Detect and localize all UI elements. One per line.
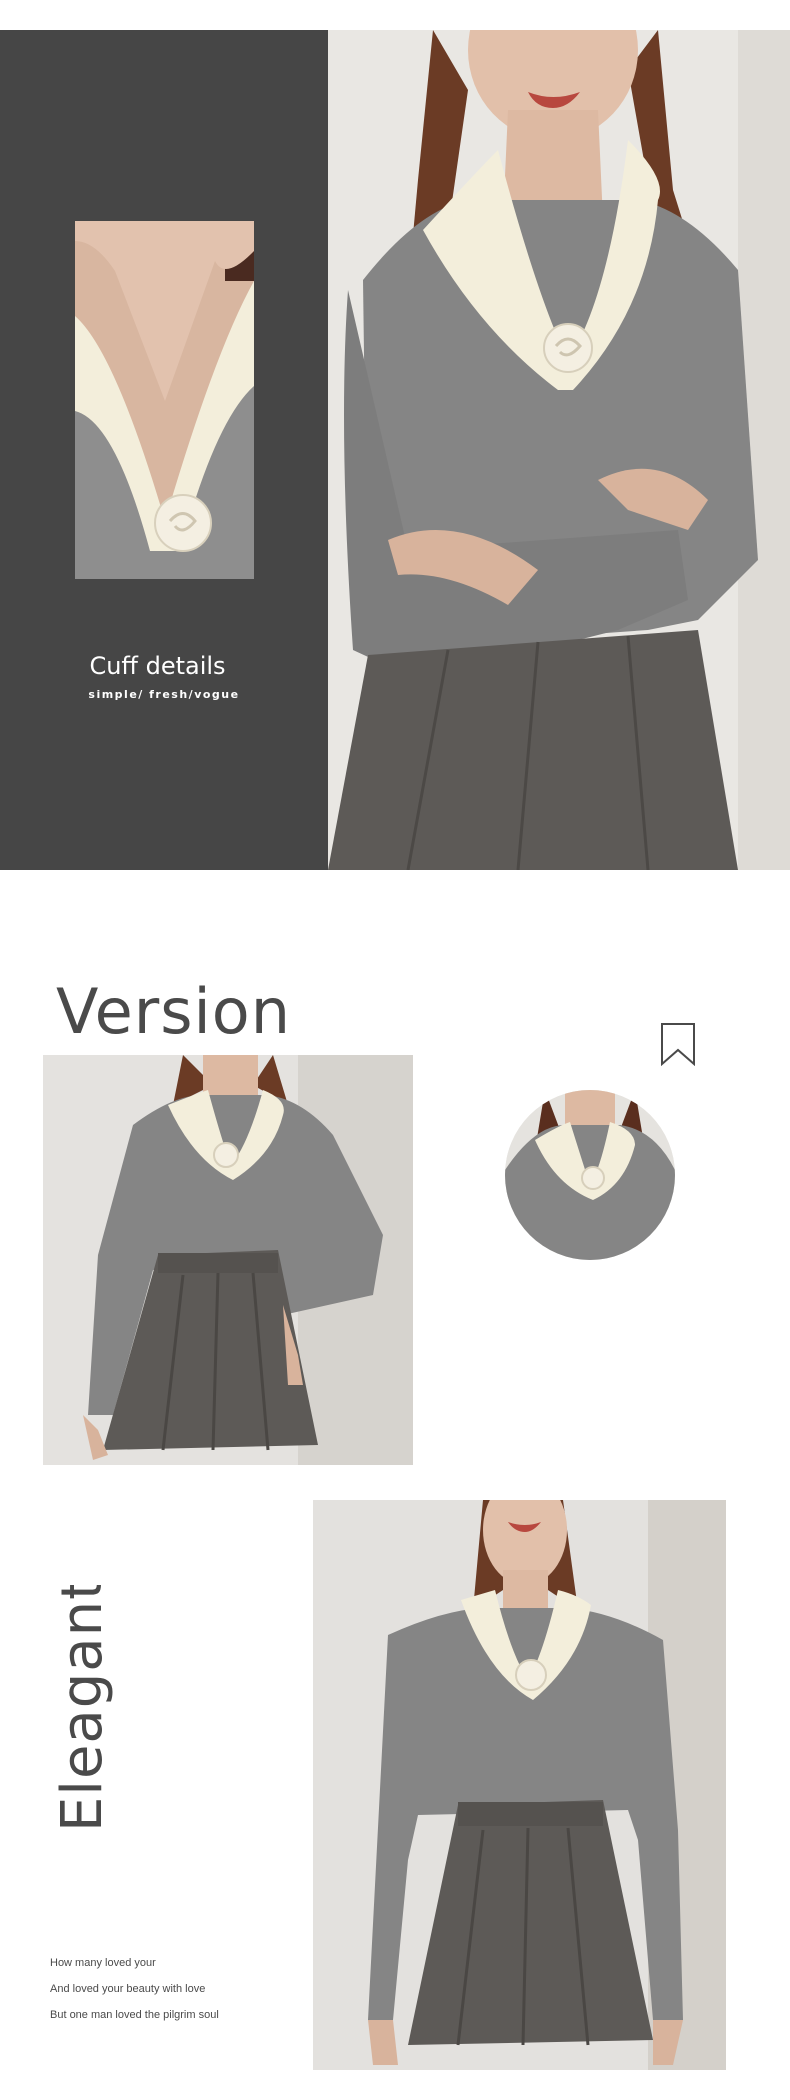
eleagant-vertical-title: Eleagant	[45, 1577, 115, 1835]
cuff-details-title: Cuff details	[89, 652, 226, 680]
version-title: Version	[56, 975, 291, 1048]
poem-line-3: But one man loved the pilgrim soul	[50, 2009, 219, 2021]
cuff-details-subtitle: simple/ fresh/vogue	[88, 688, 240, 701]
bookmark-icon[interactable]	[660, 1022, 696, 1067]
poem-line-1: How many loved your	[50, 1957, 156, 1969]
model-circle-photo	[505, 1090, 675, 1260]
collar-detail-photo	[75, 221, 254, 579]
model-closeup-photo	[328, 30, 790, 870]
poem-line-2: And loved your beauty with love	[50, 1983, 206, 1995]
model-full-photo	[43, 1055, 413, 1465]
model-front-photo	[313, 1500, 726, 2070]
eleagant-title-text: Eleagant	[50, 1585, 115, 1832]
